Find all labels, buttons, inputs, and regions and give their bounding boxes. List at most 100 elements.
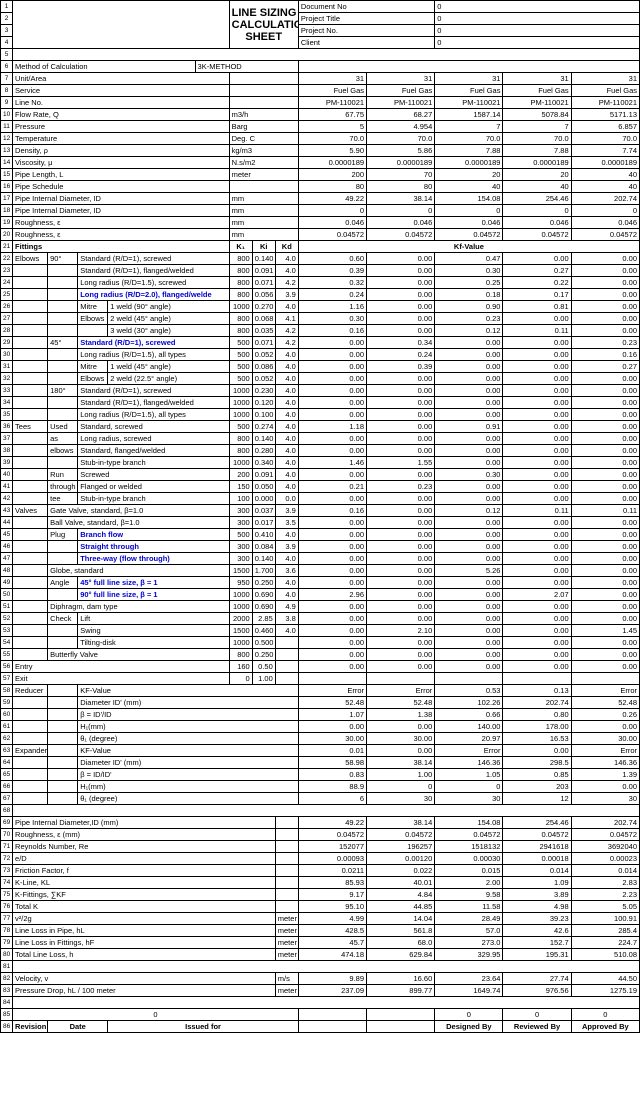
result-value: 4.98 <box>503 901 571 913</box>
kf-value: 0.00 <box>435 409 503 421</box>
red-value: 0.26 <box>571 709 639 721</box>
kf-value: 0.00 <box>503 517 571 529</box>
red-value: 52.48 <box>367 697 435 709</box>
kf-value <box>367 673 435 685</box>
kf-value: 0.00 <box>571 649 639 661</box>
result-value: 195.31 <box>503 949 571 961</box>
value-cell: 0.046 <box>571 217 639 229</box>
red-value: 30.00 <box>571 733 639 745</box>
kf-value: 0.00 <box>435 649 503 661</box>
kf-value: 0.39 <box>298 265 366 277</box>
result-value: 49.22 <box>298 817 366 829</box>
kf-value: 0.00 <box>298 445 366 457</box>
value-cell: 154.08 <box>435 193 503 205</box>
kf-value: 0.00 <box>367 553 435 565</box>
value-cell: 0.0000189 <box>571 157 639 169</box>
kf-value: 0.00 <box>571 385 639 397</box>
calculation-sheet: 1LINE SIZINGCALCULATIONSHEETDocument No0… <box>0 0 640 1033</box>
kf-value: 0.00 <box>503 577 571 589</box>
method-label: Method of Calculation <box>13 61 196 73</box>
value-cell: 80 <box>298 181 366 193</box>
result-value: 38.14 <box>367 817 435 829</box>
red-value: 52.48 <box>298 697 366 709</box>
value-cell: 31 <box>435 73 503 85</box>
param-9: Line No. <box>13 97 230 109</box>
kf-value: 0.00 <box>298 649 366 661</box>
result-value: 202.74 <box>571 817 639 829</box>
red-value: 0.83 <box>298 769 366 781</box>
kf-value: 0.00 <box>435 361 503 373</box>
value-cell: 68.27 <box>367 109 435 121</box>
value-cell: PM-110021 <box>367 97 435 109</box>
value-cell: 7 <box>435 121 503 133</box>
result-value: 4.99 <box>298 913 366 925</box>
red-value: 52.48 <box>571 697 639 709</box>
red-value: 0 <box>435 781 503 793</box>
red-value: 178.00 <box>503 721 571 733</box>
kf-value: 0.00 <box>571 421 639 433</box>
red-value: 146.36 <box>571 757 639 769</box>
kf-value: 0.00 <box>571 289 639 301</box>
kf-value: 0.00 <box>571 277 639 289</box>
kf-value: 1.46 <box>298 457 366 469</box>
kf-value: 0.16 <box>571 349 639 361</box>
kf-value: 0.24 <box>298 289 366 301</box>
result-value: 474.18 <box>298 949 366 961</box>
param-12: Temperature <box>13 133 230 145</box>
value-cell: 70.0 <box>435 133 503 145</box>
issued-h: Issued for <box>108 1021 299 1033</box>
value-cell: 40 <box>571 169 639 181</box>
kf-value: 0.00 <box>503 349 571 361</box>
kf-value: 0.00 <box>435 481 503 493</box>
value-cell: 31 <box>367 73 435 85</box>
value-cell: PM-110021 <box>298 97 366 109</box>
result-value: 3.89 <box>503 889 571 901</box>
kf-value: 0.00 <box>435 625 503 637</box>
kf-value: 0.00 <box>435 637 503 649</box>
kf-value: 0.00 <box>367 493 435 505</box>
value-cell: 70.0 <box>367 133 435 145</box>
vel-value: 1275.19 <box>571 985 639 997</box>
result-value: 45.7 <box>298 937 366 949</box>
kf-value: 0.00 <box>367 397 435 409</box>
red-value: 58.98 <box>298 757 366 769</box>
vel-value: 16.60 <box>367 973 435 985</box>
kf-value: 0.00 <box>435 493 503 505</box>
kf-value: 0.00 <box>298 469 366 481</box>
result-value: 0.00023 <box>571 853 639 865</box>
kf-value: 0.23 <box>571 337 639 349</box>
red-value: 38.14 <box>367 757 435 769</box>
kf-value: 0.00 <box>435 661 503 673</box>
result-value: 152077 <box>298 841 366 853</box>
kf-value: 0.00 <box>571 577 639 589</box>
kf-value: 0.00 <box>571 565 639 577</box>
result-value: 152.7 <box>503 937 571 949</box>
value-cell: PM-110021 <box>571 97 639 109</box>
value-cell: 40 <box>435 181 503 193</box>
title: LINE SIZING <box>232 7 297 19</box>
red-value: 0.00 <box>571 781 639 793</box>
red-value: 298.5 <box>503 757 571 769</box>
result-value: 0.00093 <box>298 853 366 865</box>
value-cell: 0.0000189 <box>435 157 503 169</box>
result-value: 14.04 <box>367 913 435 925</box>
kf-value: 0.16 <box>298 505 366 517</box>
value-cell: 31 <box>571 73 639 85</box>
value-cell: 0.04572 <box>571 229 639 241</box>
value-cell: 38.14 <box>367 193 435 205</box>
kf-value: 0.00 <box>367 277 435 289</box>
kf-value: 0.00 <box>571 517 639 529</box>
result-value: 428.5 <box>298 925 366 937</box>
result-value: 1.09 <box>503 877 571 889</box>
result-value: 95.10 <box>298 901 366 913</box>
kf-value: 0.00 <box>571 493 639 505</box>
kf-value: 0.00 <box>367 565 435 577</box>
revision-h: Revision <box>13 1021 48 1033</box>
kf-value: 0.00 <box>298 337 366 349</box>
kf-value: 0.00 <box>298 517 366 529</box>
kf-value: 0.11 <box>571 505 639 517</box>
vel-value: 237.09 <box>298 985 366 997</box>
result-value: 5.05 <box>571 901 639 913</box>
value-cell: 7.74 <box>571 145 639 157</box>
designed-h: Designed By <box>435 1021 503 1033</box>
